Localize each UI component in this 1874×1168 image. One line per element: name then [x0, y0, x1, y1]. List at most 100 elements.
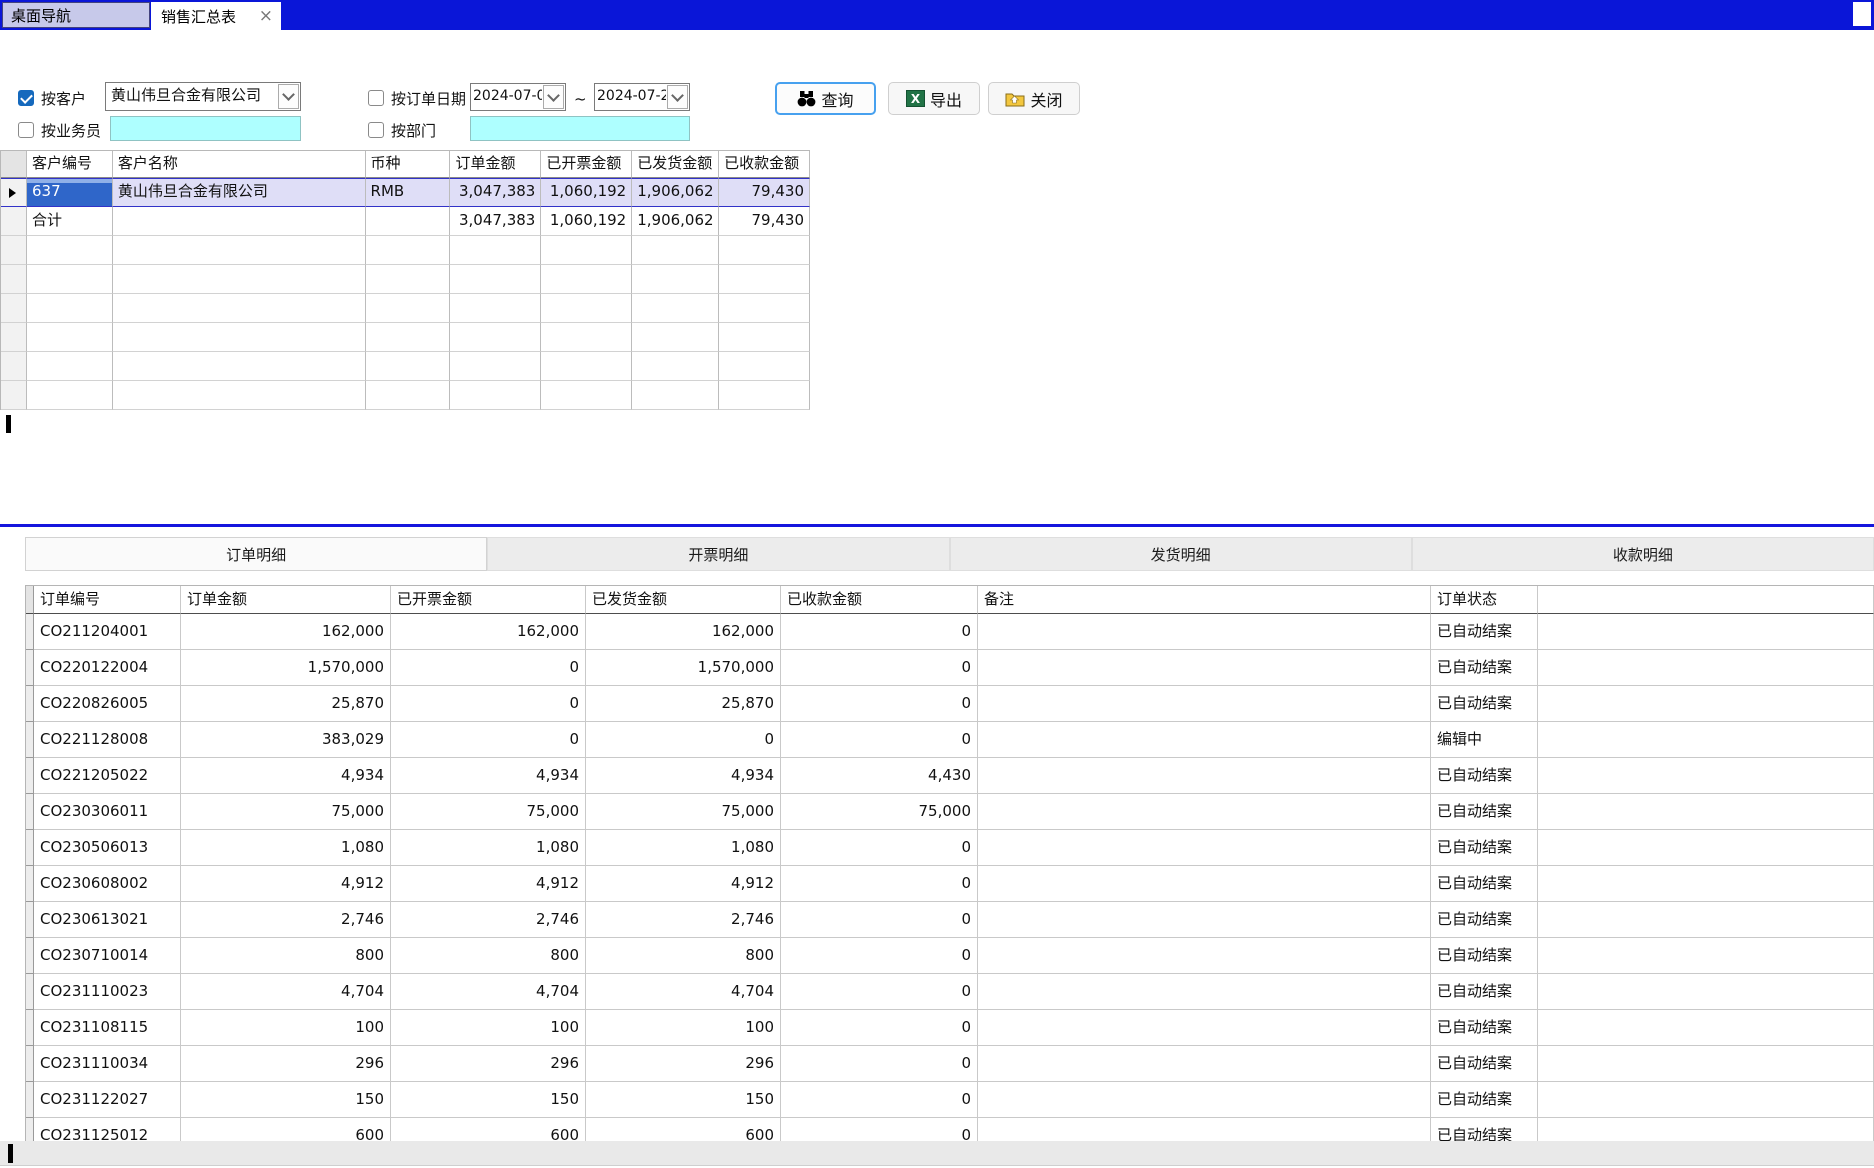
detail-cell-order-status[interactable]: 已自动结案 — [1431, 650, 1538, 686]
detail-cell-remark[interactable] — [978, 830, 1431, 866]
detail-cell-order-status[interactable]: 已自动结案 — [1431, 614, 1538, 650]
detail-cell-order-amount[interactable]: 296 — [181, 1046, 391, 1082]
summary-header-received-amount[interactable]: 已收款金额 — [719, 151, 810, 178]
detail-cell-remark[interactable] — [978, 614, 1431, 650]
detail-cell-order-no[interactable]: CO230306011 — [34, 794, 181, 830]
detail-cell-shipped-amount[interactable]: 2,746 — [586, 902, 781, 938]
detail-cell-order-no[interactable]: CO230710014 — [34, 938, 181, 974]
summary-cell-customer-code[interactable]: 637 — [27, 178, 113, 207]
detail-cell-invoiced-amount[interactable]: 4,704 — [391, 974, 586, 1010]
detail-cell-invoiced-amount[interactable]: 75,000 — [391, 794, 586, 830]
detail-cell-order-no[interactable]: CO211204001 — [34, 614, 181, 650]
detail-cell-order-amount[interactable]: 25,870 — [181, 686, 391, 722]
detail-row-selector[interactable] — [26, 794, 34, 830]
detail-header-received-amount[interactable]: 已收款金额 — [781, 586, 978, 614]
detail-row-selector[interactable] — [26, 1118, 34, 1141]
detail-cell-shipped-amount[interactable]: 25,870 — [586, 686, 781, 722]
detail-cell-invoiced-amount[interactable]: 296 — [391, 1046, 586, 1082]
detail-table-row[interactable]: CO230608002 4,912 4,912 4,912 0 已自动结案 — [26, 866, 1874, 902]
detail-cell-remark[interactable] — [978, 1010, 1431, 1046]
detail-cell-received-amount[interactable]: 0 — [781, 614, 978, 650]
detail-cell-order-status[interactable]: 已自动结案 — [1431, 830, 1538, 866]
detail-cell-order-amount[interactable]: 75,000 — [181, 794, 391, 830]
detail-cell-order-no[interactable]: CO231110023 — [34, 974, 181, 1010]
detail-cell-order-status[interactable]: 已自动结案 — [1431, 1046, 1538, 1082]
detail-cell-received-amount[interactable]: 0 — [781, 722, 978, 758]
detail-cell-shipped-amount[interactable]: 600 — [586, 1118, 781, 1141]
detail-cell-order-amount[interactable]: 162,000 — [181, 614, 391, 650]
detail-cell-invoiced-amount[interactable]: 2,746 — [391, 902, 586, 938]
summary-row-selected[interactable]: 637 黄山伟旦合金有限公司 RMB 3,047,383 1,060,192 1… — [1, 178, 810, 207]
detail-row-selector[interactable] — [26, 938, 34, 974]
detail-cell-shipped-amount[interactable]: 296 — [586, 1046, 781, 1082]
detail-row-selector[interactable] — [26, 974, 34, 1010]
detail-table-row[interactable]: CO211204001 162,000 162,000 162,000 0 已自… — [26, 614, 1874, 650]
detail-table-row[interactable]: CO221205022 4,934 4,934 4,934 4,430 已自动结… — [26, 758, 1874, 794]
detail-cell-shipped-amount[interactable]: 4,704 — [586, 974, 781, 1010]
summary-cell-received-amount[interactable]: 79,430 — [719, 178, 810, 207]
detail-cell-received-amount[interactable]: 0 — [781, 866, 978, 902]
detail-header-invoiced-amount[interactable]: 已开票金额 — [391, 586, 586, 614]
customer-select-dropdown-button[interactable] — [278, 84, 299, 109]
detail-cell-order-status[interactable]: 已自动结案 — [1431, 1010, 1538, 1046]
detail-cell-received-amount[interactable]: 0 — [781, 1082, 978, 1118]
detail-row-selector[interactable] — [26, 722, 34, 758]
detail-cell-order-status[interactable]: 已自动结案 — [1431, 902, 1538, 938]
detail-cell-order-amount[interactable]: 100 — [181, 1010, 391, 1046]
detail-cell-invoiced-amount[interactable]: 600 — [391, 1118, 586, 1141]
detail-cell-order-status[interactable]: 已自动结案 — [1431, 938, 1538, 974]
detail-row-selector[interactable] — [26, 1082, 34, 1118]
detail-table-row[interactable]: CO231110034 296 296 296 0 已自动结案 — [26, 1046, 1874, 1082]
close-icon[interactable]: × — [259, 8, 273, 25]
detail-row-selector[interactable] — [26, 1010, 34, 1046]
tab-sales-summary[interactable]: 销售汇总表 × — [151, 2, 281, 30]
detail-cell-order-status[interactable]: 已自动结案 — [1431, 974, 1538, 1010]
summary-cell-invoiced-amount[interactable]: 1,060,192 — [541, 178, 632, 207]
summary-cell-order-amount[interactable]: 3,047,383 — [450, 178, 541, 207]
tab-desktop-navigation[interactable]: 桌面导航 — [2, 2, 150, 28]
detail-cell-order-no[interactable]: CO230613021 — [34, 902, 181, 938]
detail-cell-received-amount[interactable]: 0 — [781, 902, 978, 938]
detail-cell-received-amount[interactable]: 0 — [781, 650, 978, 686]
date-from-select[interactable]: 2024-07-01 — [470, 83, 566, 111]
detail-table-row[interactable]: CO231122027 150 150 150 0 已自动结案 — [26, 1082, 1874, 1118]
detail-row-selector[interactable] — [26, 758, 34, 794]
detail-row-selector[interactable] — [26, 614, 34, 650]
salesperson-input[interactable] — [110, 116, 301, 141]
detail-table-row[interactable]: CO221128008 383,029 0 0 0 编辑中 — [26, 722, 1874, 758]
detail-header-remark[interactable]: 备注 — [978, 586, 1431, 614]
detail-row-selector[interactable] — [26, 902, 34, 938]
close-button[interactable]: 关闭 — [988, 82, 1080, 115]
detail-cell-invoiced-amount[interactable]: 150 — [391, 1082, 586, 1118]
detail-cell-order-status[interactable]: 编辑中 — [1431, 722, 1538, 758]
detail-cell-received-amount[interactable]: 0 — [781, 974, 978, 1010]
detail-cell-invoiced-amount[interactable]: 4,934 — [391, 758, 586, 794]
detail-table-row[interactable]: CO231110023 4,704 4,704 4,704 0 已自动结案 — [26, 974, 1874, 1010]
detail-cell-remark[interactable] — [978, 902, 1431, 938]
pane-splitter[interactable] — [0, 524, 1874, 527]
detail-row-selector[interactable] — [26, 866, 34, 902]
detail-cell-shipped-amount[interactable]: 4,934 — [586, 758, 781, 794]
detail-table-row[interactable]: CO231125012 600 600 600 0 已自动结案 — [26, 1118, 1874, 1141]
detail-cell-order-no[interactable]: CO230608002 — [34, 866, 181, 902]
export-button[interactable]: X 导出 — [888, 82, 980, 115]
detail-cell-order-status[interactable]: 已自动结案 — [1431, 794, 1538, 830]
tab-order-detail[interactable]: 订单明细 — [25, 537, 487, 571]
detail-cell-remark[interactable] — [978, 758, 1431, 794]
detail-cell-remark[interactable] — [978, 686, 1431, 722]
detail-table-row[interactable]: CO230710014 800 800 800 0 已自动结案 — [26, 938, 1874, 974]
detail-cell-remark[interactable] — [978, 866, 1431, 902]
tab-shipment-detail[interactable]: 发货明细 — [950, 537, 1412, 571]
detail-cell-received-amount[interactable]: 0 — [781, 1010, 978, 1046]
tab-receipt-detail[interactable]: 收款明细 — [1412, 537, 1874, 571]
detail-cell-order-no[interactable]: CO221205022 — [34, 758, 181, 794]
detail-cell-order-status[interactable]: 已自动结案 — [1431, 1082, 1538, 1118]
by-salesperson-checkbox[interactable] — [18, 122, 34, 138]
detail-cell-shipped-amount[interactable]: 800 — [586, 938, 781, 974]
detail-header-order-status[interactable]: 订单状态 — [1431, 586, 1538, 614]
detail-cell-shipped-amount[interactable]: 75,000 — [586, 794, 781, 830]
detail-cell-order-status[interactable]: 已自动结案 — [1431, 866, 1538, 902]
summary-header-customer-name[interactable]: 客户名称 — [113, 151, 366, 178]
detail-table-row[interactable]: CO231108115 100 100 100 0 已自动结案 — [26, 1010, 1874, 1046]
detail-cell-order-no[interactable]: CO231110034 — [34, 1046, 181, 1082]
